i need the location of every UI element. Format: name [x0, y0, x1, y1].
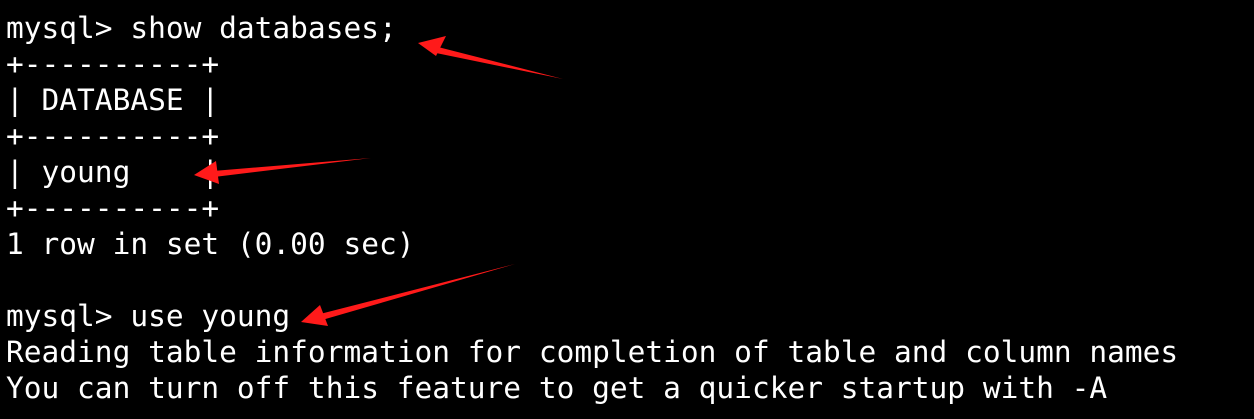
mysql-command-show-databases: mysql> show databases; — [6, 11, 397, 45]
output-info-line: You can turn off this feature to get a q… — [6, 371, 1108, 405]
mysql-command-use-young: mysql> use young — [6, 299, 291, 333]
arrow-icon — [301, 264, 515, 326]
table-row: | young | — [6, 155, 220, 189]
arrow-icon — [418, 36, 563, 79]
table-border-bottom: +----------+ — [6, 191, 220, 225]
table-border-top: +----------+ — [6, 47, 220, 81]
table-header-row: | DATABASE | — [6, 83, 220, 117]
arrow-icon — [194, 158, 371, 184]
terminal-window[interactable]: mysql> show databases; +----------+ | DA… — [0, 0, 1254, 419]
result-summary: 1 row in set (0.00 sec) — [6, 227, 415, 261]
table-border-header: +----------+ — [6, 119, 220, 153]
output-info-line: Reading table information for completion… — [6, 335, 1179, 369]
